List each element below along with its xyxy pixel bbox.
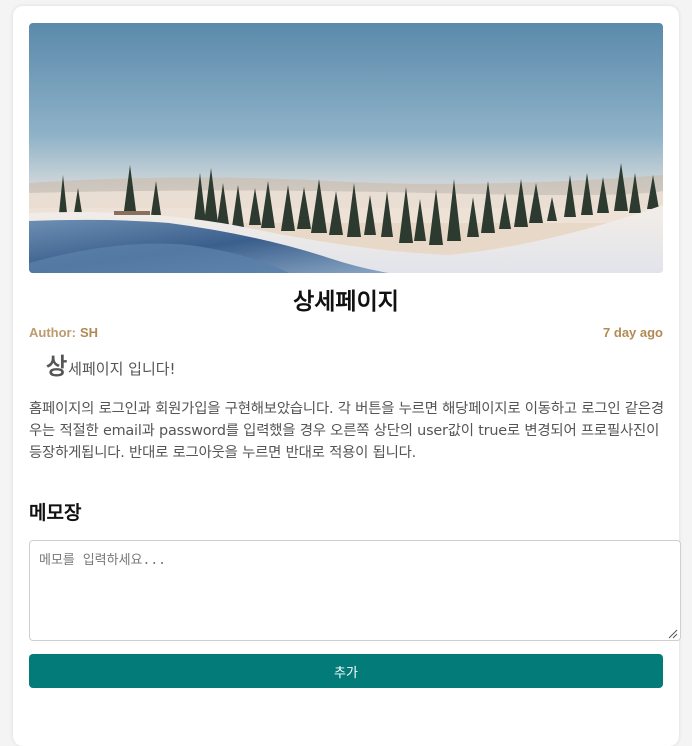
author-label: Author: (29, 325, 76, 340)
snowy-forest-illustration (29, 23, 663, 273)
add-memo-button[interactable]: 추가 (29, 654, 663, 688)
lead-text: 세페이지 입니다! (68, 360, 176, 378)
hero-image (29, 23, 663, 273)
memo-textarea[interactable] (29, 540, 681, 641)
lead-initial: 상 (46, 354, 68, 380)
post-time: 7 day ago (603, 325, 663, 340)
resize-handle-icon[interactable] (666, 627, 678, 639)
page-title: 상세페이지 (293, 289, 399, 315)
post-lead: 상세페이지 입니다! (46, 347, 176, 381)
author-name: SH (79, 325, 98, 340)
memo-title: 메모장 (29, 502, 82, 524)
post-body: 홈페이지의 로그인과 회원가입을 구현해보았습니다. 각 버튼을 누르면 해당페… (29, 401, 664, 461)
author-info: Author: SH (29, 325, 98, 340)
